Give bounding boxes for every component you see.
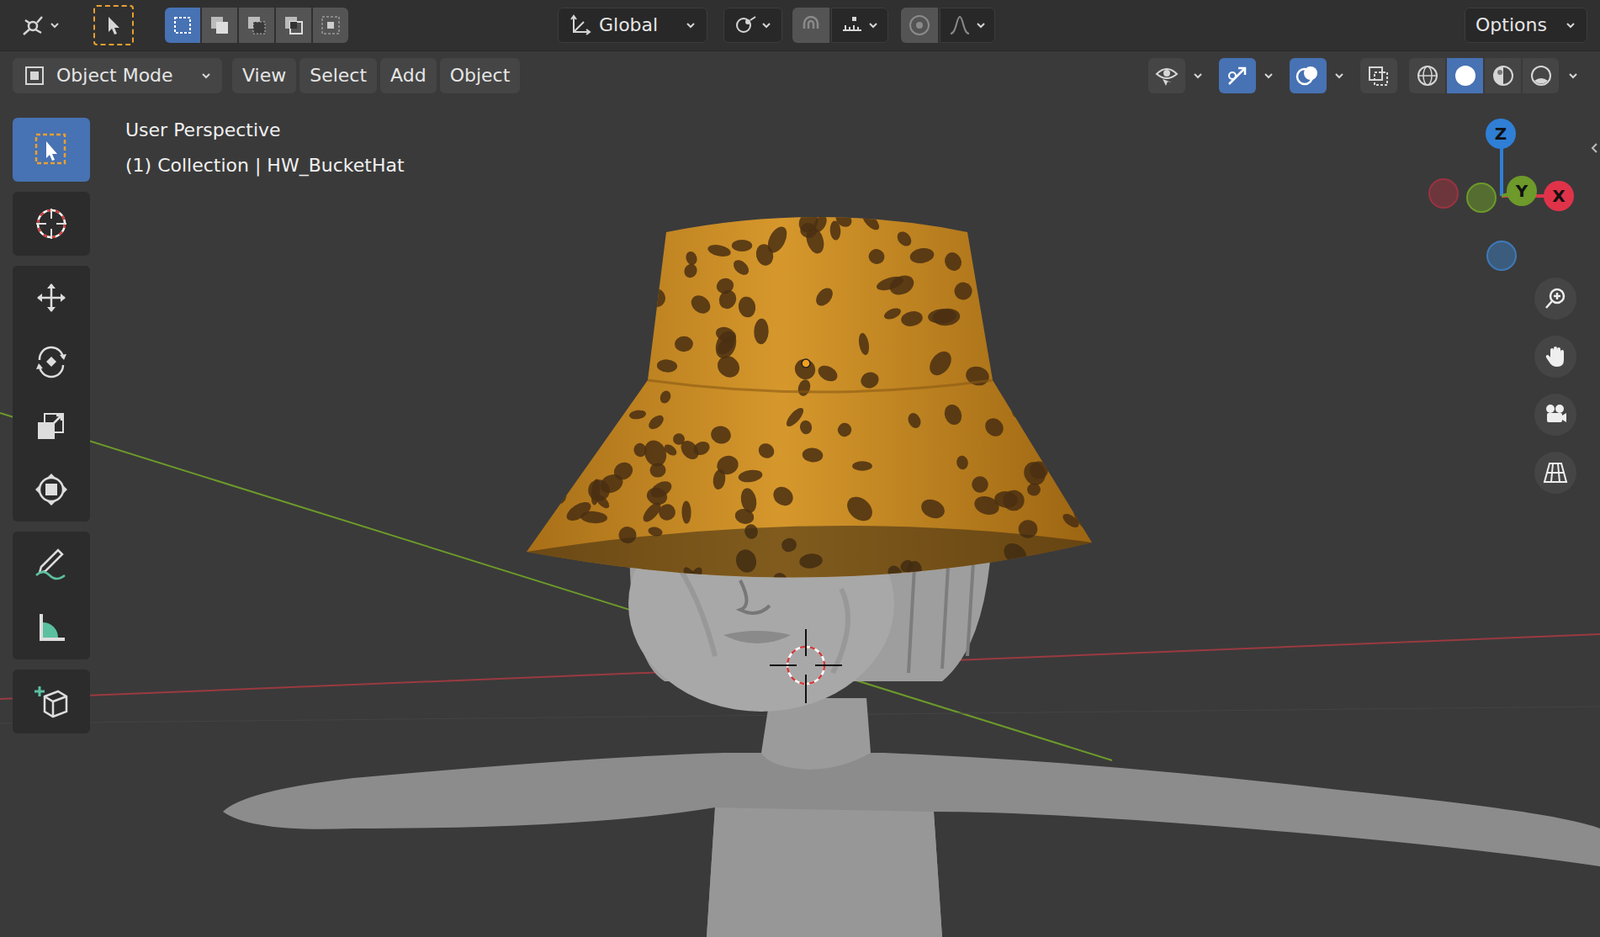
transform-tool[interactable] <box>12 457 91 522</box>
view-name: User Perspective <box>125 118 405 143</box>
viewport-toggles <box>1148 58 1398 94</box>
snap-group <box>792 7 889 43</box>
viewport[interactable]: Object Mode ViewSelectAddObject User Persp… <box>0 51 1600 937</box>
chevron-icon[interactable] <box>1186 58 1209 94</box>
gizmo-axis[interactable]: Z <box>1485 118 1516 149</box>
axis-label: X <box>1552 187 1565 205</box>
overlays-group <box>1289 58 1351 94</box>
gizmo-axis[interactable]: Y <box>1506 175 1537 207</box>
navigation-buttons <box>1534 277 1577 494</box>
orientation-label: Global <box>598 14 679 37</box>
proportional-toggle[interactable] <box>900 7 938 43</box>
shading-group <box>1409 58 1559 94</box>
select-mode-button[interactable] <box>164 7 201 43</box>
move-tool[interactable] <box>12 265 91 330</box>
menu-bar: ViewSelectAddObject <box>232 58 520 94</box>
select-mode-group <box>164 7 349 43</box>
gizmo-axis[interactable] <box>1428 178 1459 209</box>
tool-group <box>12 669 91 734</box>
tool-group <box>12 531 91 660</box>
top-bar: Global Options <box>0 0 1600 52</box>
sidebar-toggle-icon[interactable] <box>1588 131 1600 165</box>
select-tool-button[interactable] <box>93 5 134 46</box>
zoom-button[interactable] <box>1534 277 1577 320</box>
shading-options-chevron-icon[interactable] <box>1558 58 1588 94</box>
pivot-dropdown[interactable] <box>723 7 783 43</box>
orientation-dropdown[interactable]: Global <box>557 7 708 43</box>
visibility-group <box>1148 58 1209 94</box>
mode-label: Object Mode <box>56 64 191 87</box>
chevron-icon <box>1564 19 1577 32</box>
rendered-shading-button[interactable] <box>1522 58 1559 94</box>
select-box-tool[interactable] <box>12 117 91 182</box>
xray-group <box>1360 58 1398 94</box>
pan-button[interactable] <box>1534 335 1577 378</box>
menu-item[interactable]: Add <box>380 58 437 94</box>
chevron-icon <box>684 19 697 32</box>
add-cube-tool[interactable] <box>12 669 91 734</box>
object-mode-icon <box>22 63 47 88</box>
select-mode-button[interactable] <box>238 7 275 43</box>
chevron-icon[interactable] <box>1328 58 1351 94</box>
visibility-toggle[interactable] <box>1148 58 1186 94</box>
gizmo-axis[interactable] <box>1486 240 1517 271</box>
overlays-toggle[interactable] <box>1289 58 1327 94</box>
axis-label: Y <box>1515 182 1528 200</box>
annotate-tool[interactable] <box>12 531 91 596</box>
gizmo-axis[interactable] <box>1466 182 1497 213</box>
gizmo-axis[interactable]: X <box>1543 180 1574 212</box>
viewport-header: Object Mode ViewSelectAddObject <box>0 51 1600 100</box>
active-object-info: (1) Collection | HW_BucketHat <box>125 153 405 178</box>
options-label: Options <box>1475 14 1548 37</box>
rotate-tool[interactable] <box>12 329 91 394</box>
measure-tool[interactable] <box>12 595 91 660</box>
navigation-gizmo[interactable]: Z Y X <box>0 51 1600 388</box>
tool-group <box>12 117 91 182</box>
scale-tool[interactable] <box>12 393 91 458</box>
wireframe-shading-button[interactable] <box>1409 58 1446 94</box>
tool-group <box>12 265 91 522</box>
solid-shading-button[interactable] <box>1446 58 1484 94</box>
select-mode-button[interactable] <box>201 7 238 43</box>
ortho-button[interactable] <box>1534 451 1577 494</box>
xray-toggle[interactable] <box>1360 58 1398 94</box>
tool-group <box>12 191 91 256</box>
proportional-group <box>900 7 996 43</box>
gizmos-group <box>1218 58 1280 94</box>
options-dropdown[interactable]: Options <box>1464 7 1588 43</box>
select-mode-button[interactable] <box>312 7 349 43</box>
editor-type-button[interactable] <box>12 7 69 43</box>
select-mode-button[interactable] <box>275 7 312 43</box>
scene-canvas[interactable] <box>0 51 1600 937</box>
material-shading-button[interactable] <box>1484 58 1521 94</box>
toolbar <box>12 117 91 734</box>
menu-item[interactable]: Select <box>299 58 377 94</box>
snap-target-dropdown[interactable] <box>831 7 889 43</box>
snap-toggle[interactable] <box>792 7 830 43</box>
menu-item[interactable]: View <box>232 58 297 94</box>
chevron-icon[interactable] <box>1257 58 1280 94</box>
chevron-icon <box>200 69 212 82</box>
gizmos-toggle[interactable] <box>1218 58 1256 94</box>
axis-label: Z <box>1494 125 1508 143</box>
menu-item[interactable]: Object <box>439 58 521 94</box>
mode-dropdown[interactable]: Object Mode <box>12 58 223 94</box>
falloff-dropdown[interactable] <box>939 7 996 43</box>
viewport-info: User Perspective (1) Collection | HW_Buck… <box>125 118 405 178</box>
orientation-icon <box>568 13 593 38</box>
cursor-tool[interactable] <box>12 191 91 256</box>
camera-button[interactable] <box>1534 393 1577 436</box>
